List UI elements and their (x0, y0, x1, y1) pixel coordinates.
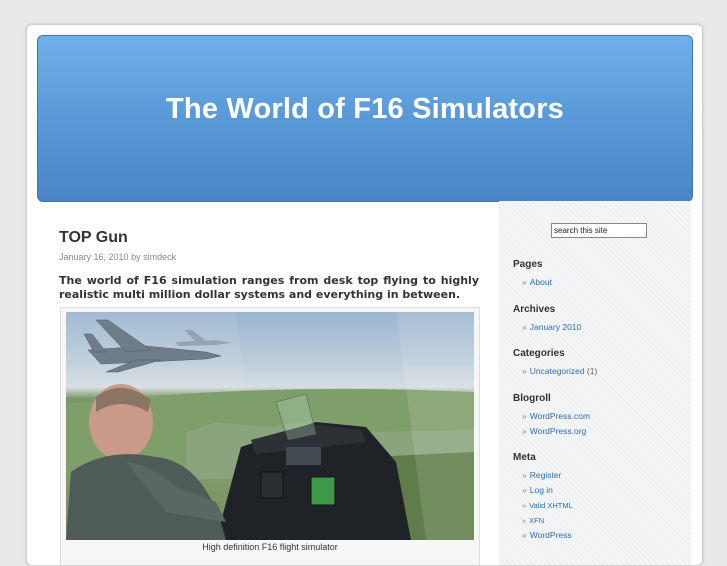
widget-title: Archives (513, 304, 556, 315)
site-title[interactable]: The World of F16 Simulators (38, 93, 692, 126)
sidebar-link-valid-xhtml[interactable]: » Valid XHTML (522, 500, 573, 511)
widget-categories: Categories » Uncategorized (1) (513, 348, 597, 381)
sidebar-link-wordpress-org[interactable]: » WordPress.org (522, 426, 590, 437)
sidebar-link-about[interactable]: » About (522, 277, 552, 288)
sidebar: Pages »About Archives »January 2010 Cate… (499, 201, 691, 565)
sidebar-link-wordpress-com[interactable]: » WordPress.com (522, 411, 590, 422)
widget-title: Categories (513, 348, 565, 359)
post-title[interactable]: TOP Gun (59, 229, 479, 247)
widget-archives: Archives » January 2010 (513, 304, 581, 337)
post-meta: January 16, 2010 by simdeck (59, 252, 479, 262)
sidebar-link-log-in[interactable]: » Log in (522, 485, 573, 496)
search-input[interactable] (551, 223, 647, 238)
widget-blogroll: Blogroll » WordPress.com » WordPress.org (513, 393, 590, 441)
widget-meta: Meta » Register » Log in » Valid XHTML » XFN… (513, 452, 573, 545)
post-author: simdeck (143, 252, 177, 262)
post-figure: High definition F16 flight simulator (60, 307, 480, 565)
widget-title: Blogroll (513, 393, 551, 404)
simulator-photo-art (66, 312, 474, 540)
widget-pages: Pages » About (513, 259, 552, 292)
category-count: (1) (586, 366, 598, 376)
post-by: by (131, 252, 141, 262)
post: TOP Gun January 16, 2010 by simdeck The … (59, 229, 479, 302)
post-date: January 16, 2010 (59, 252, 129, 262)
sidebar-link-register[interactable]: » Register (522, 470, 573, 481)
widget-title: Pages (513, 259, 543, 270)
simulator-photo (66, 312, 474, 540)
sidebar-link-january-2010[interactable]: » January 2010 (522, 322, 581, 333)
widget-title: Meta (513, 452, 536, 463)
sidebar-link-wordpress[interactable]: » WordPress (522, 530, 573, 541)
sidebar-link-xfn[interactable]: » XFN (522, 515, 573, 526)
sidebar-link-uncategorized[interactable]: » Uncategorized (1) (522, 366, 597, 377)
post-intro: The world of F16 simulation ranges from … (59, 274, 479, 301)
page-container: The World of F16 Simulators TOP Gun Janu… (26, 24, 703, 566)
image-caption: High definition F16 flight simulator (202, 542, 338, 552)
site-header: The World of F16 Simulators (37, 35, 693, 202)
